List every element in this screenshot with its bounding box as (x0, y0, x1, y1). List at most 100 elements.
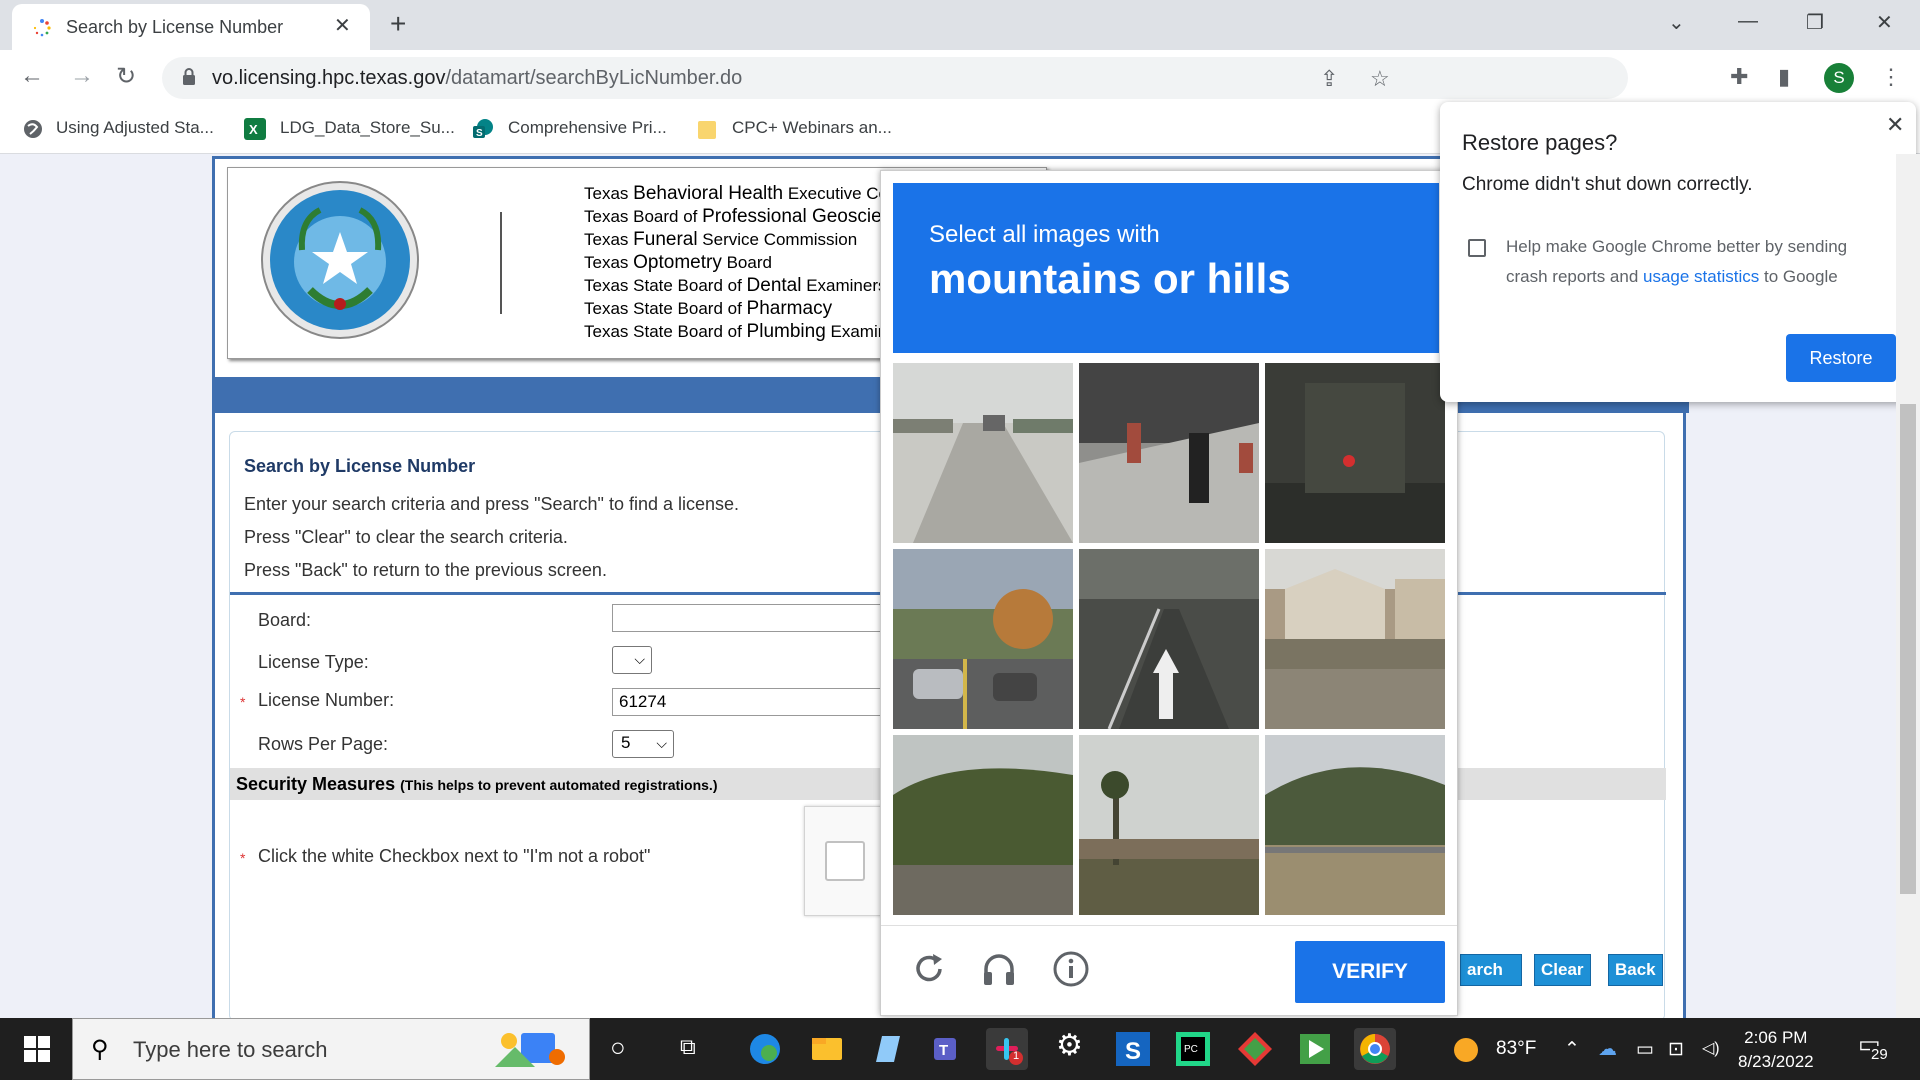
svg-text:PC: PC (1184, 1044, 1198, 1055)
captcha-tile[interactable] (893, 735, 1073, 915)
back-button[interactable]: Back (1608, 954, 1663, 986)
svg-text:X: X (249, 122, 258, 137)
taskbar-search-box[interactable]: ⚲ Type here to search (72, 1018, 590, 1080)
search-button[interactable]: arch (1460, 954, 1522, 986)
globe-icon (24, 120, 42, 138)
new-tab-button[interactable]: + (390, 8, 406, 40)
sharepoint-icon: S (473, 119, 493, 139)
security-title: Security Measures (This helps to prevent… (236, 774, 718, 794)
chevron-up-icon[interactable]: ⌃ (1564, 1038, 1580, 1061)
svg-text:T: T (939, 1042, 948, 1059)
side-panel-icon[interactable]: ▮ (1778, 64, 1790, 90)
file-explorer-icon[interactable] (806, 1028, 848, 1070)
agency-line: Texas Optometry Board (584, 252, 772, 273)
form-instruction: Press "Back" to return to the previous s… (244, 560, 607, 580)
minimize-button[interactable]: — (1738, 10, 1758, 33)
loading-spinner-icon (33, 19, 51, 37)
usage-statistics-link[interactable]: usage statistics (1643, 267, 1759, 286)
recaptcha-checkbox[interactable] (825, 841, 865, 881)
captcha-tile[interactable] (1265, 735, 1445, 915)
license-type-select[interactable]: ⌵ (612, 646, 652, 674)
taskbar-search-placeholder: Type here to search (133, 1037, 328, 1062)
media-player-icon[interactable] (1294, 1028, 1336, 1070)
settings-gear-icon[interactable]: ⚙ (1056, 1028, 1083, 1063)
windows-taskbar: ⚲ Type here to search ○ ⧉ T 1 ⚙ S PC 83°… (0, 1018, 1920, 1080)
agency-list: Texas Behavioral Health Executive Counci… (584, 182, 926, 343)
tab-strip: Search by License Number ✕ + ⌄ — ❐ ✕ (0, 0, 1920, 50)
crash-report-label: Help make Google Chrome better by sendin… (1506, 237, 1848, 286)
folder-icon (698, 121, 716, 139)
teams-icon[interactable]: T (926, 1028, 968, 1070)
captcha-tile[interactable] (1079, 735, 1259, 915)
search-highlight-icon (495, 1033, 565, 1067)
menu-kebab-icon[interactable]: ⋮ (1880, 64, 1902, 90)
notification-count: 29 (1870, 1046, 1889, 1063)
svg-text:S: S (1125, 1038, 1141, 1065)
battery-icon[interactable]: ▭ (1636, 1038, 1654, 1061)
profile-avatar[interactable]: S (1824, 63, 1854, 93)
agency-line: Texas Funeral Service Commission (584, 229, 858, 250)
notes-app-icon[interactable] (866, 1028, 908, 1070)
captcha-tile[interactable] (1265, 549, 1445, 729)
tab-close-icon[interactable]: ✕ (334, 13, 351, 38)
address-bar[interactable]: vo.licensing.hpc.texas.gov/datamart/sear… (162, 57, 1628, 99)
close-icon[interactable]: ✕ (1886, 112, 1904, 138)
verify-button[interactable]: VERIFY (1295, 941, 1445, 1003)
volume-icon[interactable]: ◁) (1702, 1038, 1720, 1058)
star-icon[interactable]: ☆ (1370, 66, 1390, 92)
captcha-tile[interactable] (1079, 549, 1259, 729)
captcha-tile[interactable] (893, 549, 1073, 729)
notification-center-icon[interactable]: ▭ 29 (1858, 1031, 1892, 1066)
share-icon[interactable]: ⇪ (1320, 66, 1338, 92)
clear-button[interactable]: Clear (1534, 954, 1591, 986)
url-text[interactable]: vo.licensing.hpc.texas.gov/datamart/sear… (212, 67, 742, 90)
form-instruction: Enter your search criteria and press "Se… (244, 494, 740, 514)
pycharm-icon[interactable]: PC (1172, 1028, 1214, 1070)
weather-temperature[interactable]: 83°F (1496, 1038, 1536, 1060)
rows-per-page-select[interactable]: 5 ⌵ (612, 730, 674, 758)
info-icon[interactable] (1051, 949, 1091, 989)
dialog-title: Restore pages? (1462, 130, 1618, 155)
browser-tab[interactable]: Search by License Number ✕ (12, 4, 370, 50)
required-asterisk: * (240, 850, 246, 866)
chrome-icon[interactable] (1354, 1028, 1396, 1070)
network-icon[interactable]: ⊡ (1668, 1038, 1684, 1061)
crash-report-checkbox[interactable] (1468, 239, 1486, 257)
restore-window-button[interactable]: ❐ (1806, 10, 1824, 35)
sharepoint-app-icon[interactable]: S (1112, 1028, 1154, 1070)
form-instruction: Press "Clear" to clear the search criter… (244, 527, 568, 547)
headphones-icon[interactable] (979, 949, 1019, 989)
scrollbar-thumb[interactable] (1900, 404, 1916, 894)
reload-icon[interactable] (909, 949, 949, 989)
captcha-tile[interactable] (1079, 363, 1259, 543)
cortana-icon[interactable]: ○ (610, 1032, 626, 1063)
captcha-tile[interactable] (1265, 363, 1445, 543)
texas-seal-logo (261, 181, 419, 339)
page-scrollbar[interactable] (1896, 154, 1920, 1018)
onedrive-icon[interactable]: ☁ (1598, 1038, 1617, 1061)
restore-button[interactable]: Restore (1786, 334, 1896, 382)
challenge-target: mountains or hills (929, 255, 1291, 302)
windows-start-icon[interactable] (24, 1036, 50, 1062)
challenge-header: Select all images with mountains or hill… (893, 183, 1439, 353)
forward-arrow-icon[interactable]: → (70, 62, 94, 90)
system-clock[interactable]: 2:06 PM 8/23/2022 (1738, 1026, 1814, 1074)
chevron-down-icon: ⌵ (634, 651, 645, 667)
task-view-icon[interactable]: ⧉ (680, 1034, 696, 1060)
captcha-tile[interactable] (893, 363, 1073, 543)
back-arrow-icon[interactable]: ← (20, 62, 44, 90)
form-title: Search by License Number (244, 456, 476, 476)
git-app-icon[interactable] (1234, 1028, 1276, 1070)
extensions-icon[interactable]: ✚ (1730, 64, 1748, 90)
chevron-down-icon: ⌵ (656, 735, 667, 751)
reload-icon[interactable]: ↻ (116, 62, 136, 91)
slack-icon[interactable]: 1 (986, 1028, 1028, 1070)
recaptcha-challenge: Select all images with mountains or hill… (880, 170, 1458, 1016)
agency-line: Texas State Board of Plumbing Examiners (584, 321, 911, 342)
agency-line: Texas State Board of Dental Examiners (584, 275, 887, 296)
edge-icon[interactable] (744, 1028, 786, 1070)
tab-search-icon[interactable]: ⌄ (1668, 10, 1685, 35)
close-window-button[interactable]: ✕ (1876, 10, 1893, 35)
rows-per-page-label: Rows Per Page: (258, 734, 389, 754)
slack-badge: 1 (1013, 1050, 1020, 1062)
